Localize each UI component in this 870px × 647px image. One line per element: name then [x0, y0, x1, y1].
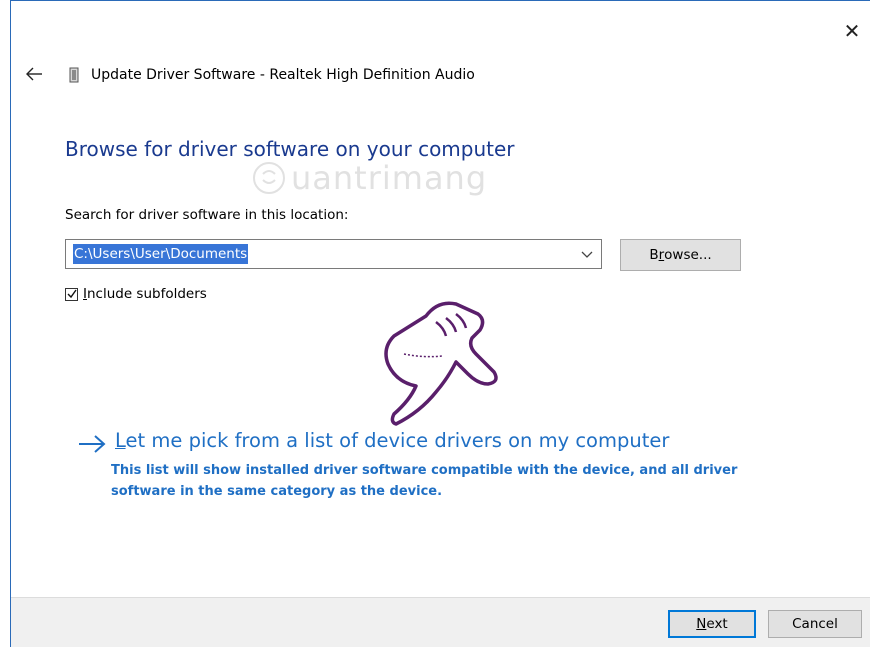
- pick-driver-link[interactable]: Let me pick from a list of device driver…: [77, 429, 669, 455]
- pointing-hand-illustration: [384, 301, 498, 426]
- dialog-window: ✕ Update Driver Software - Realtek High …: [10, 0, 870, 647]
- next-label-accel: N: [696, 616, 707, 632]
- dialog-title-row: Update Driver Software - Realtek High De…: [69, 67, 475, 83]
- watermark: uantrimang: [251, 159, 487, 197]
- page-heading: Browse for driver software on your compu…: [65, 137, 515, 161]
- pick-driver-accel: L: [115, 429, 126, 452]
- next-button[interactable]: Next: [668, 610, 756, 638]
- back-arrow-icon: [26, 67, 42, 81]
- browse-label-suffix: owse...: [664, 247, 712, 263]
- close-button[interactable]: ✕: [840, 19, 864, 43]
- pick-driver-description: This list will show installed driver sof…: [111, 463, 738, 499]
- checkmark-icon: [67, 289, 77, 299]
- cancel-label: Cancel: [792, 616, 838, 632]
- include-subfolders-label: Include subfolders: [83, 286, 207, 302]
- watermark-text: uantrimang: [291, 159, 488, 197]
- back-button[interactable]: [23, 63, 45, 85]
- browse-button[interactable]: Br owse...: [620, 239, 741, 271]
- dialog-footer: Next Cancel: [11, 597, 870, 647]
- cancel-button[interactable]: Cancel: [768, 610, 862, 638]
- arrow-right-icon: [79, 435, 106, 453]
- chevron-down-icon[interactable]: [581, 248, 593, 260]
- dialog-title: Update Driver Software - Realtek High De…: [91, 67, 475, 83]
- pick-driver-link-title[interactable]: Let me pick from a list of device driver…: [115, 429, 669, 452]
- close-icon: ✕: [843, 19, 861, 43]
- pick-driver-rest: et me pick from a list of device drivers…: [125, 429, 670, 452]
- include-subfolders-option[interactable]: Include subfolders: [65, 286, 207, 302]
- include-subfolders-rest: nclude subfolders: [86, 286, 207, 302]
- path-input-value[interactable]: C:\Users\User\Documents: [73, 244, 249, 264]
- audio-device-icon: [69, 67, 79, 83]
- watermark-logo-icon: [253, 162, 285, 194]
- browse-label-prefix: B: [649, 247, 659, 263]
- next-label-rest: ext: [706, 616, 728, 632]
- include-subfolders-checkbox[interactable]: [65, 287, 78, 301]
- search-location-label: Search for driver software in this locat…: [65, 207, 349, 223]
- path-combobox[interactable]: C:\Users\User\Documents: [65, 239, 602, 269]
